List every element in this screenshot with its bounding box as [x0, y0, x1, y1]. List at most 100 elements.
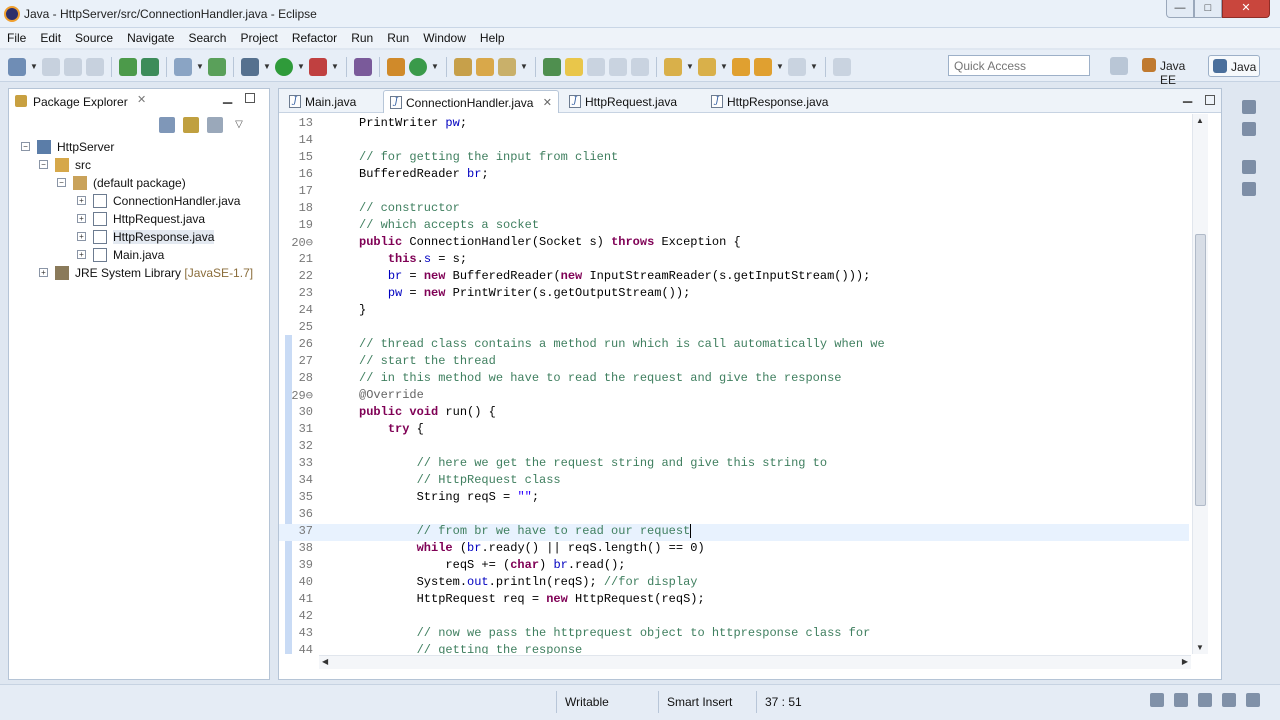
chevron-down-icon[interactable]: ▼	[331, 58, 339, 76]
open-perspective-icon[interactable]	[1110, 57, 1128, 75]
tab-httpresponse-java[interactable]: J HttpResponse.java	[705, 90, 855, 113]
minimize-button[interactable]: —	[1166, 0, 1194, 18]
package-explorer-tab[interactable]: Package Explorer ✕ ▁	[9, 89, 269, 113]
chevron-down-icon[interactable]: ▼	[263, 58, 271, 76]
toggle-mark-occurrences-icon[interactable]	[543, 58, 561, 76]
last-edit-location-icon[interactable]	[732, 58, 750, 76]
restore-icon[interactable]	[1242, 160, 1256, 174]
progress-icon[interactable]	[1150, 693, 1164, 707]
open-task-icon[interactable]	[476, 58, 494, 76]
menu-project[interactable]: Project	[233, 28, 284, 48]
run-icon[interactable]	[275, 58, 293, 76]
scroll-right-icon[interactable]: ▶	[1182, 657, 1188, 666]
maximize-view-icon[interactable]	[245, 93, 255, 103]
collapse-toggle-icon[interactable]: −	[57, 178, 66, 187]
expand-toggle-icon[interactable]: +	[77, 214, 86, 223]
menu-run-2[interactable]: Run	[380, 28, 416, 48]
console-icon[interactable]	[1246, 693, 1260, 707]
scroll-left-icon[interactable]: ◀	[322, 657, 328, 666]
menu-navigate[interactable]: Navigate	[120, 28, 181, 48]
chevron-down-icon[interactable]: ▼	[776, 58, 784, 76]
code-line: 19 // which accepts a socket	[279, 218, 1189, 235]
save-icon[interactable]	[42, 58, 60, 76]
code-line: 13 PrintWriter pw;	[279, 116, 1189, 133]
task-list-icon[interactable]	[1242, 122, 1256, 136]
server-icon[interactable]	[119, 58, 137, 76]
expand-toggle-icon[interactable]: +	[77, 196, 86, 205]
chevron-down-icon[interactable]: ▼	[520, 58, 528, 76]
tab-main-java[interactable]: J Main.java	[283, 90, 381, 113]
pin-editor-icon[interactable]	[833, 58, 851, 76]
outline-icon[interactable]	[1242, 182, 1256, 196]
link-with-editor-icon[interactable]	[183, 117, 199, 133]
scroll-up-icon[interactable]: ▲	[1196, 116, 1204, 125]
next-annotation-icon[interactable]	[664, 58, 682, 76]
tasks-icon[interactable]	[1174, 693, 1188, 707]
menu-source[interactable]: Source	[68, 28, 120, 48]
database-icon[interactable]	[141, 58, 159, 76]
external-tools-icon[interactable]	[309, 58, 327, 76]
close-icon[interactable]: ✕	[543, 96, 552, 109]
expand-toggle-icon[interactable]: +	[77, 250, 86, 259]
previous-annotation-icon[interactable]	[698, 58, 716, 76]
menu-help[interactable]: Help	[473, 28, 512, 48]
chevron-down-icon[interactable]: ▼	[686, 58, 694, 76]
collapse-all-icon[interactable]	[159, 117, 175, 133]
close-icon[interactable]: ✕	[137, 93, 146, 106]
expand-toggle-icon[interactable]: +	[77, 232, 86, 241]
chevron-down-icon[interactable]: ▼	[431, 58, 439, 76]
new-icon[interactable]	[8, 58, 26, 76]
view-menu-icon[interactable]	[207, 117, 223, 133]
chevron-down-icon[interactable]: ▼	[30, 58, 38, 76]
maximize-button[interactable]: □	[1194, 0, 1222, 18]
back-icon[interactable]	[754, 58, 772, 76]
menu-edit[interactable]: Edit	[33, 28, 68, 48]
chevron-down-icon[interactable]: ▼	[297, 58, 305, 76]
vertical-scrollbar[interactable]: ▲ ▼	[1192, 114, 1208, 654]
expand-toggle-icon[interactable]: +	[39, 268, 48, 277]
search-icon[interactable]	[498, 58, 516, 76]
trim-icon[interactable]	[1222, 693, 1236, 707]
chevron-down-icon[interactable]: ▼	[196, 58, 204, 76]
perspective-java[interactable]: Java	[1208, 55, 1260, 77]
tab-connectionhandler-java[interactable]: J ConnectionHandler.java ✕	[383, 90, 559, 113]
menu-run[interactable]: Run	[344, 28, 380, 48]
format-icon[interactable]	[631, 58, 649, 76]
menu-file[interactable]: File	[0, 28, 33, 48]
bookmarks-icon[interactable]	[1198, 693, 1212, 707]
quick-access-input[interactable]	[948, 55, 1090, 76]
minimize-view-icon[interactable]: ▁	[1183, 89, 1192, 103]
wand-icon[interactable]	[354, 58, 372, 76]
task-icon[interactable]	[174, 58, 192, 76]
forward-icon[interactable]	[788, 58, 806, 76]
new-java-package-icon[interactable]	[387, 58, 405, 76]
scroll-down-icon[interactable]: ▼	[1196, 643, 1204, 652]
highlight-icon[interactable]	[565, 58, 583, 76]
overview-ruler[interactable]	[1209, 114, 1221, 674]
chevron-down-icon[interactable]: ▽	[231, 117, 247, 133]
print-icon[interactable]	[86, 58, 104, 76]
menu-search[interactable]: Search	[181, 28, 233, 48]
chevron-down-icon[interactable]: ▼	[810, 58, 818, 76]
debug-icon[interactable]	[241, 58, 259, 76]
restore-icon[interactable]	[1242, 100, 1256, 114]
collapse-toggle-icon[interactable]: −	[39, 160, 48, 169]
new-class-icon[interactable]	[409, 58, 427, 76]
menu-window[interactable]: Window	[416, 28, 473, 48]
code-editor[interactable]: 13 PrintWriter pw; 14 15 // for getting th…	[279, 114, 1209, 654]
tab-httprequest-java[interactable]: J HttpRequest.java	[563, 90, 703, 113]
refresh-icon[interactable]	[208, 58, 226, 76]
save-all-icon[interactable]	[64, 58, 82, 76]
block-selection-icon[interactable]	[587, 58, 605, 76]
scroll-thumb[interactable]	[1195, 234, 1206, 506]
show-whitespace-icon[interactable]	[609, 58, 627, 76]
horizontal-scrollbar[interactable]: ◀ ▶	[319, 655, 1191, 669]
maximize-view-icon[interactable]	[1205, 95, 1215, 105]
open-type-icon[interactable]	[454, 58, 472, 76]
chevron-down-icon[interactable]: ▼	[720, 58, 728, 76]
perspective-java-ee[interactable]: Java EE	[1138, 55, 1206, 87]
menu-refactor[interactable]: Refactor	[285, 28, 344, 48]
collapse-toggle-icon[interactable]: −	[21, 142, 30, 151]
close-button[interactable]: ✕	[1222, 0, 1270, 18]
minimize-view-icon[interactable]: ▁	[223, 90, 232, 104]
